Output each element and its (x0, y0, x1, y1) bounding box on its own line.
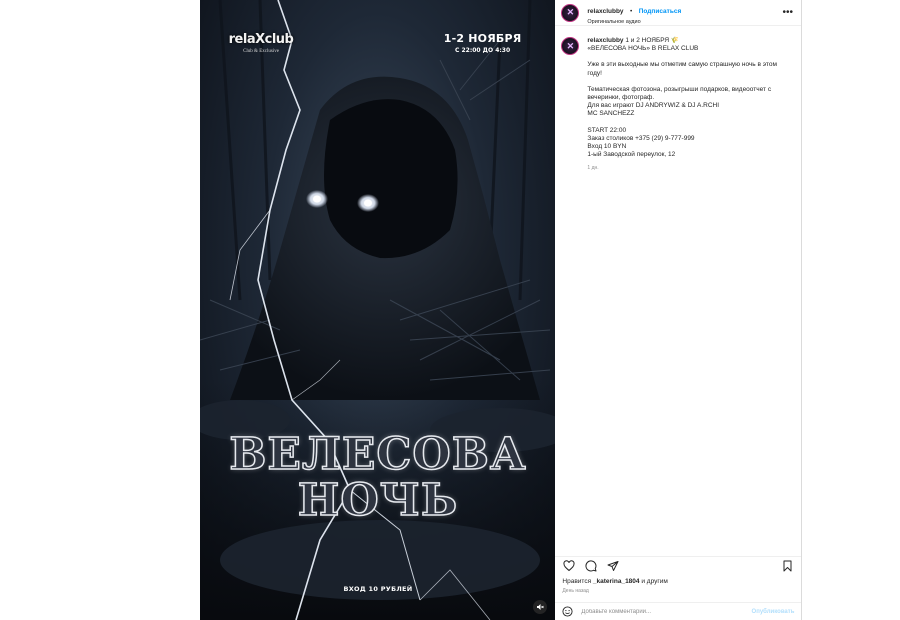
header-username[interactable]: relaxclubby (587, 8, 623, 15)
original-audio-link[interactable]: Оригинальное аудио (587, 19, 782, 25)
likes-user[interactable]: _katerina_1804 (593, 578, 640, 585)
caption-body: relaxclubby 1 и 2 НОЯБРЯ 🌾 «ВЕЛЕСОВА НОЧ… (587, 37, 793, 173)
share-button[interactable] (606, 559, 620, 573)
caption-avatar[interactable]: ✕ (561, 37, 580, 55)
caption-timestamp[interactable]: 1 дн. (587, 164, 793, 172)
caption-entry: Вход 10 BYN (587, 143, 627, 151)
entry-price: ВХОД 10 РУБЛЕЙ (343, 585, 413, 593)
caption-start-time: START 22:00 (587, 126, 627, 134)
avatar[interactable]: ✕ (561, 3, 580, 22)
comment-button[interactable] (584, 559, 598, 573)
event-date-block: 1-2 НОЯБРЯ С 22:00 ДО 4:30 (444, 32, 522, 54)
poster-title-line1: ВЕЛЕСОВА (228, 429, 527, 480)
post-date[interactable]: День назад (562, 588, 588, 594)
like-button[interactable] (562, 559, 576, 573)
likes-suffix[interactable]: и другим (640, 578, 668, 585)
likes-prefix: Нравится (562, 578, 593, 585)
caption-para2-line3: MC SANCHEZZ (587, 110, 635, 118)
club-logo: relaXclub Club & Exclusive (226, 32, 296, 54)
emoji-icon[interactable] (562, 606, 573, 617)
caption-line2: «ВЕЛЕСОВА НОЧЬ» В RELAX CLUB (587, 45, 699, 53)
send-icon (607, 560, 619, 571)
publish-button[interactable]: Опубликовать (752, 609, 795, 615)
speaker-muted-icon (537, 604, 545, 610)
instagram-post: relaXclub Club & Exclusive 1-2 НОЯБРЯ С … (200, 0, 802, 620)
caption-phone: Заказ столиков +375 (29) 9-777-999 (587, 134, 695, 142)
post-header: ✕ relaxclubby • Подписаться Оригинальное… (555, 0, 801, 26)
heart-icon (563, 559, 575, 571)
header-text: relaxclubby • Подписаться Оригинальное а… (587, 0, 782, 25)
caption-para2-line1: Тематическая фотозона, розыгрыши подарко… (587, 85, 772, 102)
poster-title-line2: НОЧЬ (297, 475, 459, 526)
caption-line1: 1 и 2 НОЯБРЯ 🌾 (625, 37, 679, 44)
save-button[interactable] (780, 559, 794, 573)
event-time: С 22:00 ДО 4:30 (455, 47, 511, 54)
poster-title: ВЕЛЕСОВА НОЧЬ (200, 429, 555, 526)
caption-para1: Уже в эти выходные мы отметим самую стра… (587, 61, 777, 77)
comment-icon (585, 559, 597, 571)
bookmark-icon (783, 560, 792, 571)
action-bar (555, 556, 802, 574)
post-side-panel: ✕ relaxclubby • Подписаться Оригинальное… (555, 0, 802, 620)
post-caption: ✕ relaxclubby 1 и 2 НОЯБРЯ 🌾 «ВЕЛЕСОВА Н… (555, 26, 801, 173)
caption-address: 1-ый Заводской переулок, 12 (587, 151, 676, 159)
post-media[interactable]: relaXclub Club & Exclusive 1-2 НОЯБРЯ С … (200, 0, 556, 620)
poster-artwork (200, 0, 556, 620)
follow-button[interactable]: Подписаться (639, 8, 682, 15)
likes-summary: Нравится _katerina_1804 и другим (562, 578, 667, 585)
caption-username[interactable]: relaxclubby (587, 37, 623, 44)
logo-subtitle: Club & Exclusive (243, 49, 279, 54)
comment-input[interactable] (581, 608, 752, 615)
avatar-logo-icon: ✕ (566, 7, 575, 17)
event-date: 1-2 НОЯБРЯ (443, 32, 522, 45)
more-horizontal-icon[interactable]: ••• (782, 7, 793, 18)
separator-dot: • (630, 8, 633, 16)
avatar-logo-icon: ✕ (566, 40, 575, 51)
comment-row: Опубликовать (555, 602, 802, 620)
logo-text: relaXclub (228, 32, 294, 47)
caption-para2-line2: Для вас играют DJ ANDRYWIZ & DJ A.RCHI (587, 102, 720, 110)
